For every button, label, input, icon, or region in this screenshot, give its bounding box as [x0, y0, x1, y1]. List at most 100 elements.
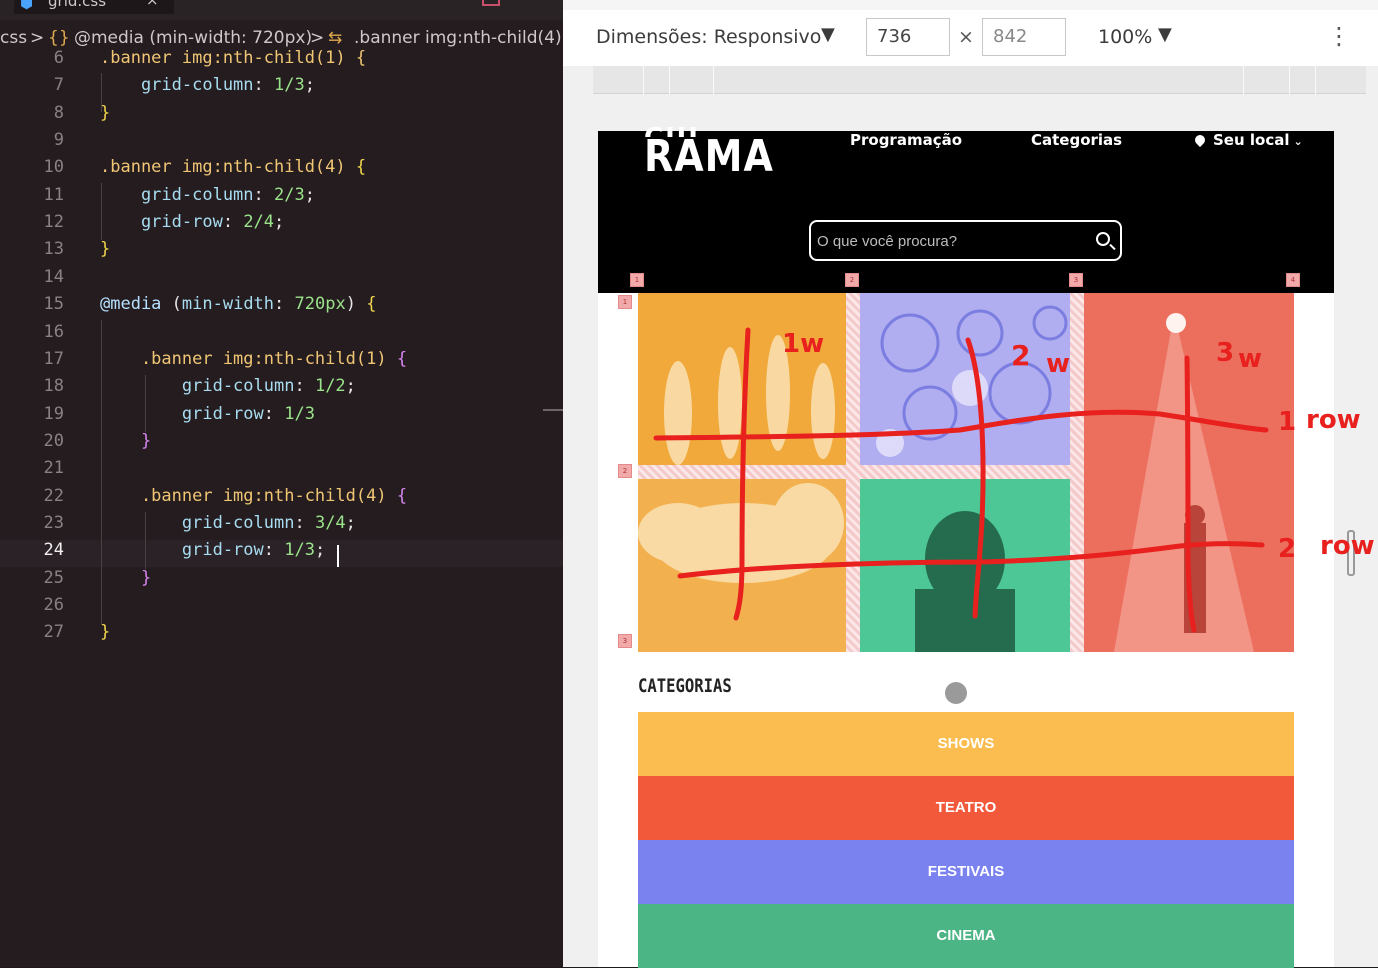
dropdown-caret-icon[interactable]: ▼ [821, 24, 835, 45]
code-text[interactable]: grid-column: 3/4; [100, 513, 356, 533]
code-line[interactable]: 19 grid-row: 1/3 [0, 404, 563, 431]
search-icon[interactable] [1096, 232, 1110, 246]
media-query-ruler[interactable] [593, 66, 1366, 94]
category-shows[interactable]: SHOWS [638, 712, 1294, 776]
code-text[interactable]: } [100, 568, 151, 588]
teatro-image [1084, 293, 1294, 652]
page-viewport: CUL RAMA Programação Categorias Seu loca… [598, 125, 1334, 968]
zoom-dropdown[interactable]: 100% [1098, 26, 1152, 48]
code-line[interactable]: 10 .banner img:nth-child(4) { [0, 157, 563, 184]
breadcrumb-file[interactable]: css [0, 28, 27, 48]
breadcrumb-selector[interactable]: .banner img:nth-child(4) [354, 28, 562, 48]
line-number: 19 [43, 403, 64, 424]
more-actions-icon[interactable]: ··· [518, 0, 535, 9]
code-line[interactable]: 21 [0, 458, 563, 485]
breadcrumb-media[interactable]: @media (min-width: 720px) [74, 28, 312, 48]
code-text[interactable]: .banner img:nth-child(4) { [100, 157, 366, 177]
grid-line-tag: 3 [618, 634, 632, 648]
grid-line-tag: 1 [618, 295, 632, 309]
grid-line-tag: 1 [630, 273, 644, 287]
banner-image-ballet[interactable] [638, 293, 846, 652]
code-text[interactable]: grid-column: 2/3; [100, 185, 315, 205]
dimensions-dropdown[interactable]: Dimensões: Responsivo [596, 26, 821, 48]
code-line[interactable]: 22 .banner img:nth-child(4) { [0, 486, 563, 513]
code-line[interactable]: 23 grid-column: 3/4; [0, 513, 563, 540]
code-line[interactable]: 8} [0, 103, 563, 130]
search-input[interactable] [817, 230, 1087, 252]
nav-programacao[interactable]: Programação [850, 131, 962, 149]
line-number: 6 [53, 48, 64, 68]
code-text[interactable]: .banner img:nth-child(1) { [100, 48, 366, 68]
code-text[interactable]: @media (min-width: 720px) { [100, 294, 376, 314]
devtools-responsive-view: Dimensões: Responsivo ▼ 736 × 842 100% ▼… [563, 0, 1378, 968]
code-text[interactable]: grid-column: 1/3; [100, 75, 315, 95]
dropdown-caret-icon[interactable]: ▼ [1158, 24, 1172, 45]
line-number: 16 [43, 321, 64, 342]
category-festivais[interactable]: FESTIVAIS [638, 840, 1294, 904]
code-text[interactable]: grid-row: 1/3 [100, 404, 315, 424]
width-input[interactable]: 736 [866, 18, 950, 56]
minimap-marker [543, 409, 563, 411]
more-options-icon[interactable]: ⋮ [1327, 22, 1351, 50]
code-line[interactable]: 26 [0, 595, 563, 622]
banner-image-teatro[interactable] [1084, 293, 1294, 652]
code-line[interactable]: 11 grid-column: 2/3; [0, 185, 563, 212]
selector-icon: ⇆ [328, 28, 343, 48]
code-line[interactable]: 13} [0, 239, 563, 266]
code-text[interactable]: .banner img:nth-child(4) { [100, 486, 407, 506]
line-number: 10 [43, 157, 64, 178]
code-line[interactable]: 20 } [0, 431, 563, 458]
site-logo[interactable]: CUL RAMA [644, 125, 774, 182]
line-number: 23 [43, 512, 64, 533]
nav-seu-local[interactable]: Seu local ⌄ [1192, 131, 1303, 149]
code-text[interactable]: } [100, 431, 151, 451]
split-editor-icon[interactable] [482, 0, 500, 6]
code-text[interactable]: grid-column: 1/2; [100, 376, 356, 396]
line-number: 21 [43, 458, 64, 479]
scrollbar-handle[interactable] [1347, 530, 1355, 576]
code-editor[interactable]: ⬢ grid.css × ··· css > {} @media (min-wi… [0, 0, 563, 967]
code-line[interactable]: 15 @media (min-width: 720px) { [0, 294, 563, 321]
code-line[interactable]: 6 .banner img:nth-child(1) { [0, 48, 563, 75]
chevron-right-icon: > [30, 28, 45, 48]
indent-guide [101, 183, 102, 240]
nav-categorias[interactable]: Categorias [1031, 131, 1122, 149]
banner-image-portrait[interactable] [860, 479, 1070, 652]
code-text[interactable]: } [100, 622, 110, 642]
banner-grid: 1 2 3 1 2 3 4 [618, 273, 1300, 652]
code-line[interactable]: 17 .banner img:nth-child(1) { [0, 349, 563, 376]
code-line[interactable]: 14 [0, 267, 563, 294]
categories-title: CATEGORIAS [638, 675, 732, 697]
tab-grid-css[interactable]: ⬢ grid.css × [14, 0, 174, 14]
code-line[interactable]: 27} [0, 622, 563, 649]
logo-bottom: RAMA [644, 130, 774, 182]
indent-guide [145, 512, 146, 569]
site-header: CUL RAMA Programação Categorias Seu loca… [598, 125, 1334, 293]
braces-icon: {} [48, 28, 70, 48]
address-strip [563, 0, 1378, 10]
code-line[interactable]: 25 } [0, 568, 563, 595]
line-number: 20 [43, 430, 64, 451]
height-input[interactable]: 842 [982, 18, 1066, 56]
category-cinema[interactable]: CINEMA [638, 904, 1294, 968]
grid-line-tag: 3 [1069, 273, 1083, 287]
code-text[interactable]: grid-row: 2/4; [100, 212, 284, 232]
grid-line-tag: 4 [1286, 273, 1300, 287]
code-line[interactable]: 24 grid-row: 1/3; [0, 540, 563, 568]
code-line[interactable]: 12 grid-row: 2/4; [0, 212, 563, 239]
code-text[interactable]: grid-row: 1/3; [100, 540, 325, 560]
code-line[interactable]: 7 grid-column: 1/3; [0, 75, 563, 102]
code-text[interactable]: .banner img:nth-child(1) { [100, 349, 407, 369]
code-text[interactable]: } [100, 239, 110, 259]
times-icon: × [958, 26, 974, 48]
code-line[interactable]: 9 [0, 130, 563, 157]
banner-image-abstract[interactable] [860, 293, 1070, 465]
line-number: 7 [53, 75, 64, 96]
close-tab-icon[interactable]: × [146, 0, 159, 9]
code-line[interactable]: 16 [0, 322, 563, 349]
code-line[interactable]: 18 grid-column: 1/2; [0, 376, 563, 403]
nav-seu-local-label: Seu local [1213, 131, 1290, 149]
touch-cursor [945, 682, 967, 704]
category-teatro[interactable]: TEATRO [638, 776, 1294, 840]
text-cursor [337, 545, 339, 567]
